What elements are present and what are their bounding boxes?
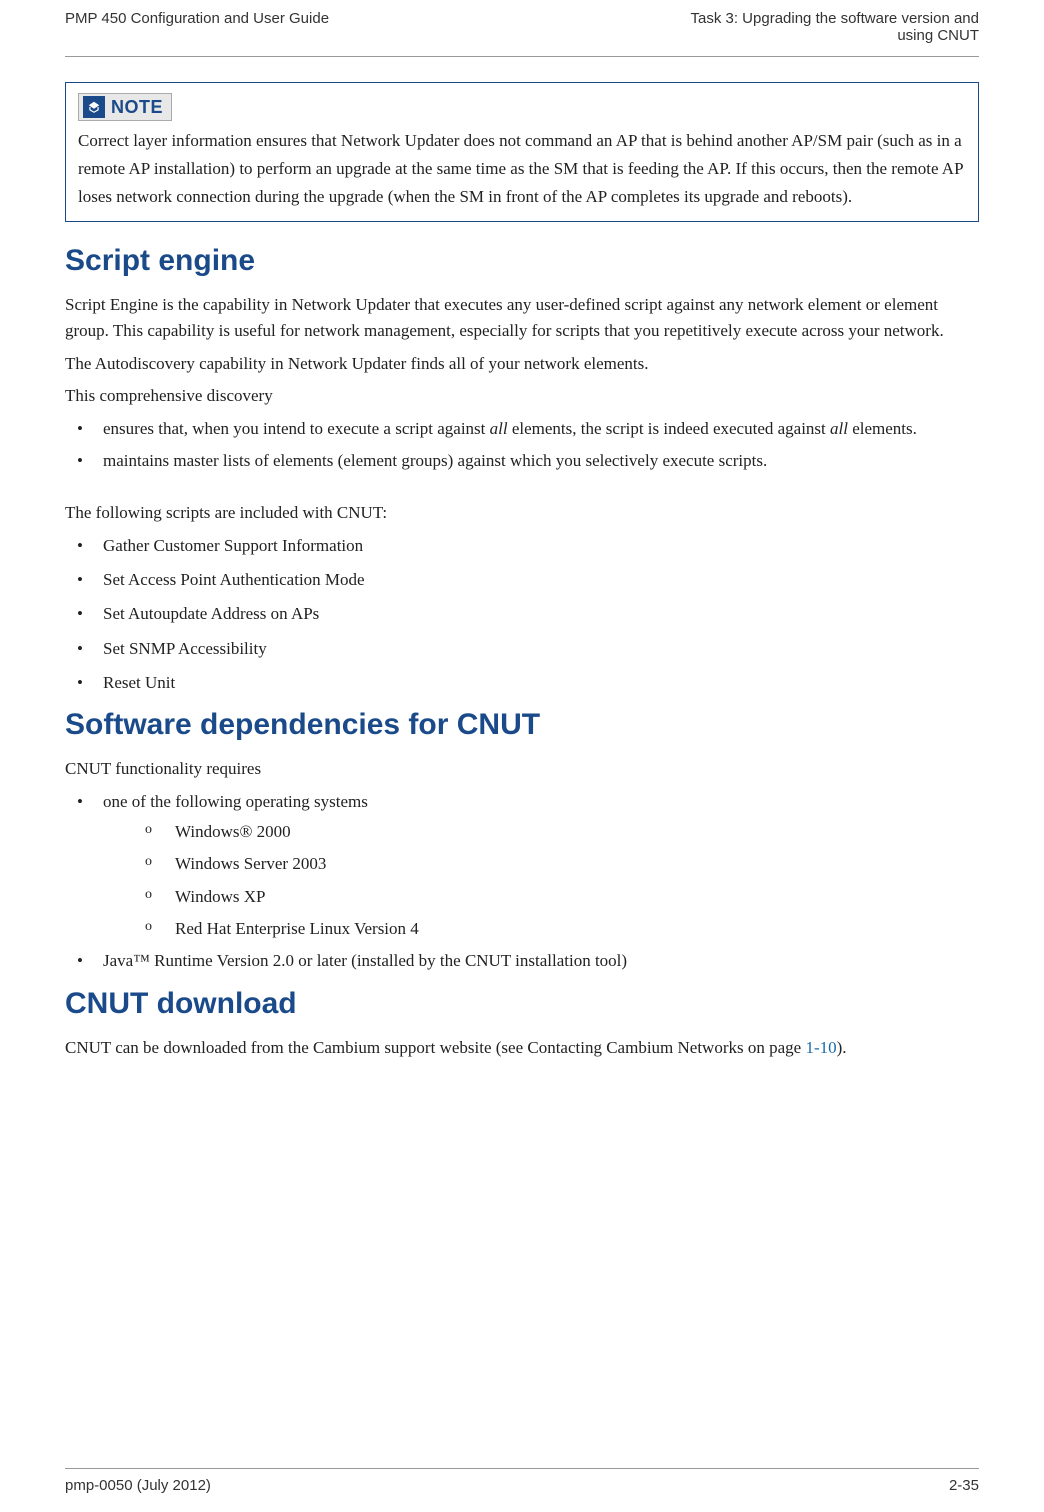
note-label: NOTE — [111, 97, 163, 118]
header-title-left: PMP 450 Configuration and User Guide — [65, 10, 329, 44]
heading-script-engine: Script engine — [65, 244, 979, 278]
script-engine-para-2b: This comprehensive discovery — [65, 383, 979, 409]
list-item: Set Autoupdate Address on APs — [65, 601, 979, 627]
header-title-right: Task 3: Upgrading the software version a… — [691, 10, 980, 44]
script-engine-para-1: Script Engine is the capability in Netwo… — [65, 292, 979, 345]
autodiscovery-list: ensures that, when you intend to execute… — [65, 416, 979, 475]
bullet-text: elements. — [848, 419, 917, 438]
list-item: Set SNMP Accessibility — [65, 636, 979, 662]
note-box: NOTE Correct layer information ensures t… — [65, 82, 979, 222]
os-sublist: Windows® 2000 Windows Server 2003 Window… — [103, 819, 979, 942]
note-badge: NOTE — [78, 93, 172, 121]
page-footer: pmp-0050 (July 2012) 2-35 — [65, 1468, 979, 1494]
scripts-intro: The following scripts are included with … — [65, 500, 979, 526]
download-text-prefix: CNUT can be downloaded from the Cambium … — [65, 1038, 805, 1057]
heading-cnut-download: CNUT download — [65, 987, 979, 1021]
list-item: Reset Unit — [65, 670, 979, 696]
header-right-line2: using CNUT — [691, 27, 980, 44]
list-item: ensures that, when you intend to execute… — [65, 416, 979, 442]
page-header: PMP 450 Configuration and User Guide Tas… — [65, 10, 979, 57]
bullet-em: all — [490, 419, 508, 438]
download-text-suffix: ). — [837, 1038, 847, 1057]
scripts-list: Gather Customer Support Information Set … — [65, 533, 979, 697]
download-para: CNUT can be downloaded from the Cambium … — [65, 1035, 979, 1061]
list-item: Gather Customer Support Information — [65, 533, 979, 559]
script-engine-para-2a: The Autodiscovery capability in Network … — [65, 351, 979, 377]
bullet-em: all — [830, 419, 848, 438]
list-item: Windows Server 2003 — [103, 851, 979, 877]
note-body: Correct layer information ensures that N… — [78, 127, 966, 211]
footer-left: pmp-0050 (July 2012) — [65, 1477, 211, 1494]
list-item: maintains master lists of elements (elem… — [65, 448, 979, 474]
bullet-text: elements, the script is indeed executed … — [508, 419, 830, 438]
list-item: Red Hat Enterprise Linux Version 4 — [103, 916, 979, 942]
list-item: Java™ Runtime Version 2.0 or later (inst… — [65, 948, 979, 974]
note-info-icon — [83, 96, 105, 118]
deps-intro: CNUT functionality requires — [65, 756, 979, 782]
list-item: Windows® 2000 — [103, 819, 979, 845]
page-link[interactable]: 1-10 — [805, 1038, 836, 1057]
header-right-line1: Task 3: Upgrading the software version a… — [691, 10, 980, 27]
list-item: one of the following operating systems W… — [65, 789, 979, 943]
deps-os-label: one of the following operating systems — [103, 792, 368, 811]
heading-software-dependencies: Software dependencies for CNUT — [65, 708, 979, 742]
list-item: Set Access Point Authentication Mode — [65, 567, 979, 593]
list-item: Windows XP — [103, 884, 979, 910]
bullet-text: ensures that, when you intend to execute… — [103, 419, 490, 438]
deps-list: one of the following operating systems W… — [65, 789, 979, 975]
footer-right: 2-35 — [949, 1477, 979, 1494]
